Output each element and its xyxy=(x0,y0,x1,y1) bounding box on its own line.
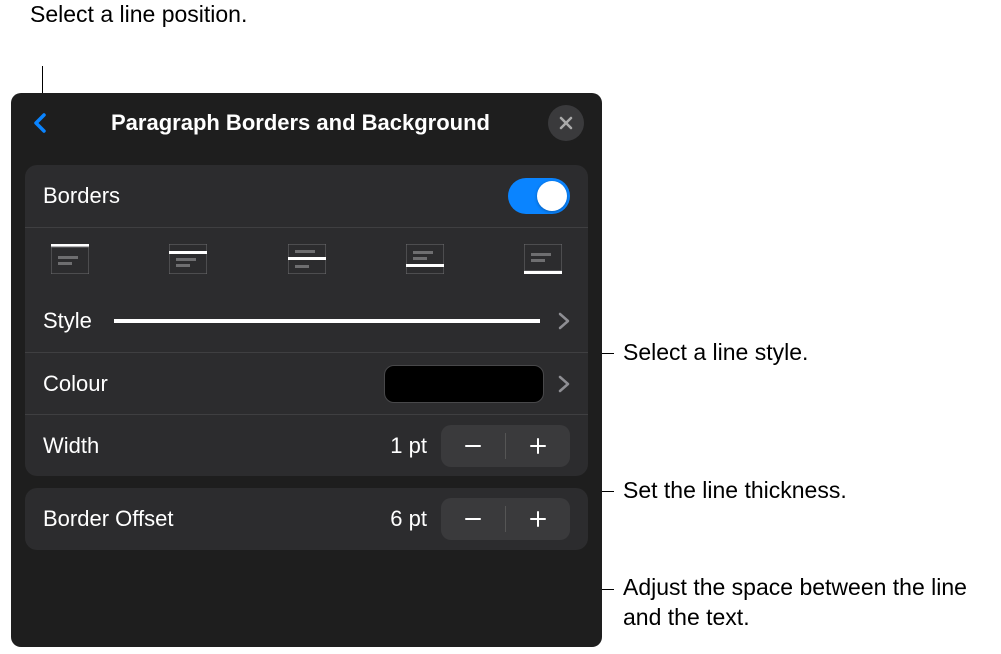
width-decrement-button[interactable] xyxy=(441,425,505,467)
offset-decrement-button[interactable] xyxy=(441,498,505,540)
style-label: Style xyxy=(43,308,92,334)
offset-value: 6 pt xyxy=(390,506,427,532)
borders-toggle-row: Borders xyxy=(25,165,588,227)
callout-style: Select a line style. xyxy=(623,338,808,368)
width-value: 1 pt xyxy=(390,433,427,459)
back-button[interactable] xyxy=(29,111,53,135)
offset-increment-button[interactable] xyxy=(506,498,570,540)
style-row[interactable]: Style xyxy=(25,290,588,352)
borders-toggle[interactable] xyxy=(508,178,570,214)
colour-label: Colour xyxy=(43,371,108,397)
offset-stepper xyxy=(441,498,570,540)
style-preview xyxy=(114,319,540,323)
toggle-knob xyxy=(537,181,567,211)
borders-section: Borders xyxy=(25,165,588,476)
colour-well[interactable] xyxy=(384,365,544,403)
chevron-left-icon xyxy=(29,111,53,135)
border-position-middle[interactable] xyxy=(288,244,326,274)
chevron-right-icon xyxy=(558,375,570,393)
minus-icon xyxy=(463,436,483,456)
border-middle-icon xyxy=(288,244,326,274)
offset-row: Border Offset 6 pt xyxy=(25,488,588,550)
width-increment-button[interactable] xyxy=(506,425,570,467)
offset-section: Border Offset 6 pt xyxy=(25,488,588,550)
border-position-lower-middle[interactable] xyxy=(406,244,444,274)
chevron-right-icon xyxy=(558,312,570,330)
plus-icon xyxy=(528,509,548,529)
panel-header: Paragraph Borders and Background xyxy=(11,93,602,153)
border-position-upper-middle[interactable] xyxy=(169,244,207,274)
borders-label: Borders xyxy=(43,183,120,209)
callout-offset: Adjust the space between the line and th… xyxy=(623,573,983,633)
border-position-top[interactable] xyxy=(51,244,89,274)
width-label: Width xyxy=(43,433,99,459)
border-top-icon xyxy=(51,244,89,274)
close-icon xyxy=(558,115,574,131)
colour-row[interactable]: Colour xyxy=(25,352,588,414)
border-upper-middle-icon xyxy=(169,244,207,274)
offset-label: Border Offset xyxy=(43,506,173,532)
border-lower-middle-icon xyxy=(406,244,444,274)
border-position-row xyxy=(25,227,588,290)
callout-position: Select a line position. xyxy=(30,0,247,30)
border-position-bottom[interactable] xyxy=(524,244,562,274)
width-stepper xyxy=(441,425,570,467)
width-row: Width 1 pt xyxy=(25,414,588,476)
callout-width: Set the line thickness. xyxy=(623,476,847,506)
border-bottom-icon xyxy=(524,244,562,274)
minus-icon xyxy=(463,509,483,529)
panel-title: Paragraph Borders and Background xyxy=(53,110,548,136)
close-button[interactable] xyxy=(548,105,584,141)
borders-panel: Paragraph Borders and Background Borders xyxy=(11,93,602,647)
plus-icon xyxy=(528,436,548,456)
